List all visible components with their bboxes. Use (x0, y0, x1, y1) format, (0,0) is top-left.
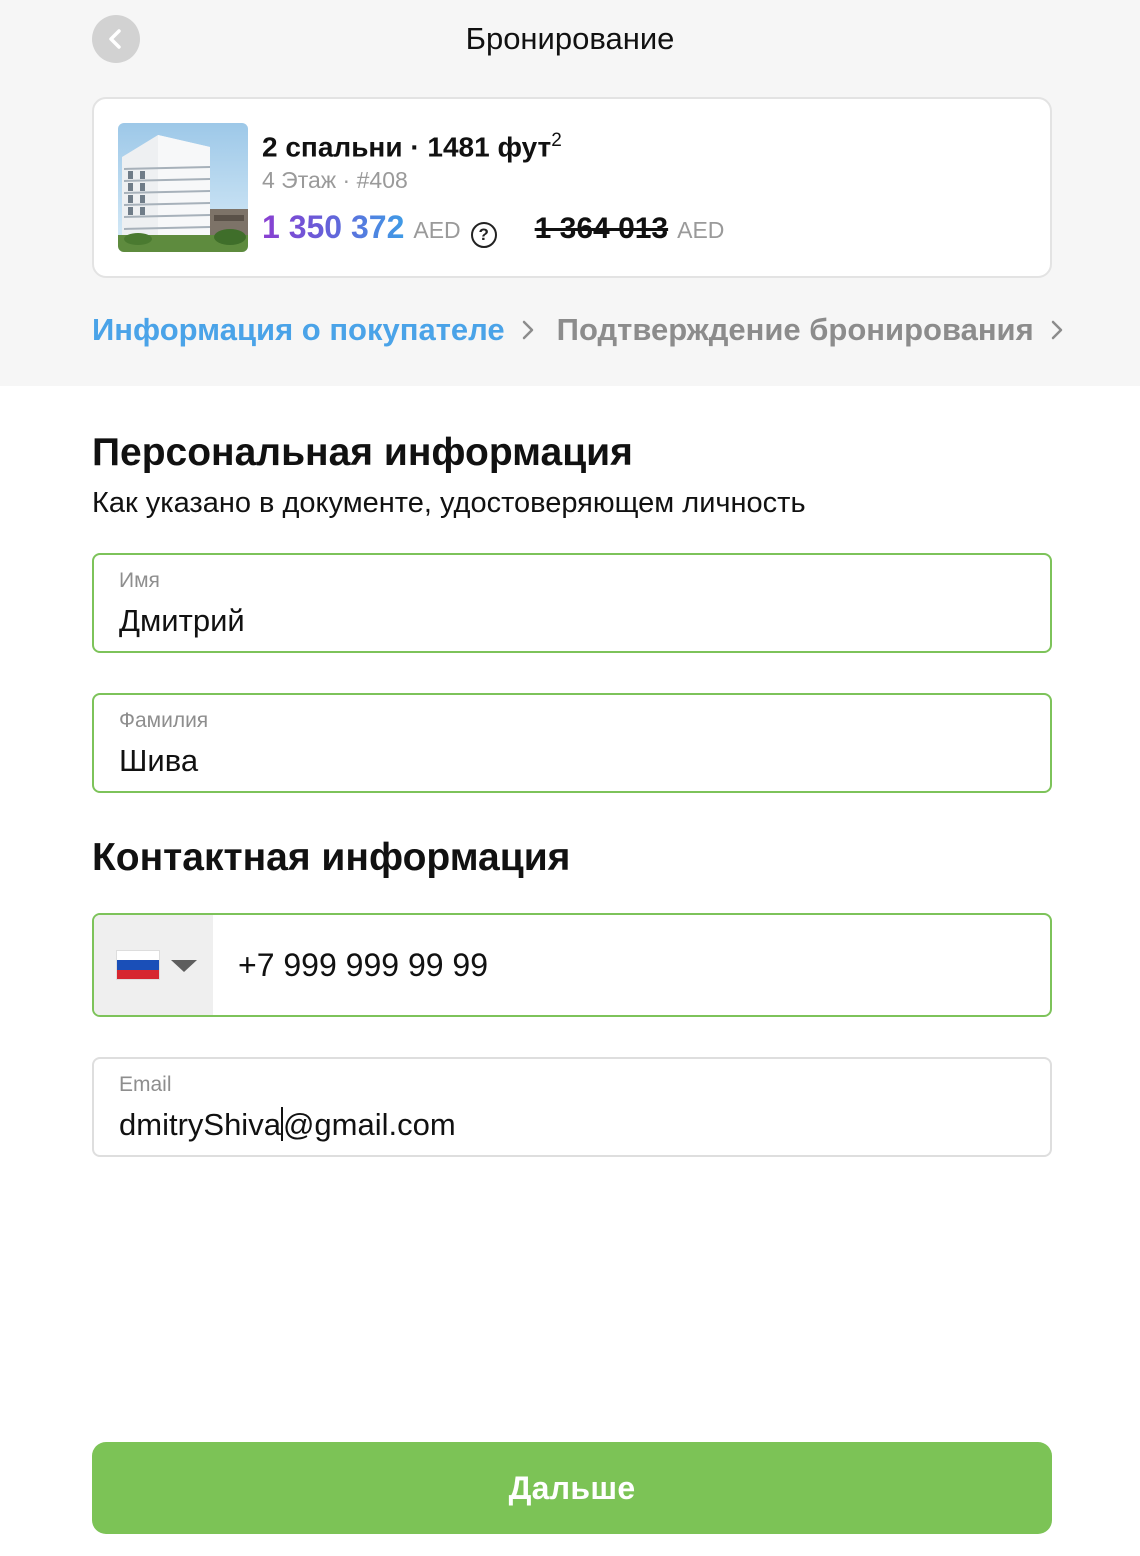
email-value-end: @gmail.com (282, 1107, 456, 1142)
next-button[interactable]: Дальше (92, 1442, 1052, 1534)
email-value-start: dmitryShiva (119, 1107, 281, 1142)
booking-steps: Информация о покупателе Подтверждение бр… (92, 308, 1086, 352)
country-code-select[interactable] (94, 915, 213, 1015)
listing-floor-unit: 4 Этаж · #408 (262, 167, 408, 193)
listing-title: 2 спальни · 1481 фут2 (262, 123, 562, 165)
phone-value[interactable]: +7 999 999 99 99 (238, 945, 488, 985)
personal-info-heading: Персональная информация (92, 431, 633, 474)
chevron-right-icon (521, 319, 535, 341)
listing-title-text: 2 спальни · 1481 фут (262, 131, 552, 163)
chevron-right-icon (1050, 319, 1064, 341)
old-currency-label: AED (677, 217, 725, 243)
old-price: 1 364 013 (534, 212, 669, 245)
email-field[interactable]: Email dmitryShiva@gmail.com (92, 1057, 1052, 1157)
last-name-field[interactable]: Фамилия Шива (92, 693, 1052, 793)
email-value[interactable]: dmitryShiva@gmail.com (119, 1105, 456, 1145)
caret-down-icon (171, 960, 197, 972)
first-name-value[interactable]: Дмитрий (119, 601, 245, 641)
last-name-value[interactable]: Шива (119, 741, 198, 781)
current-price: 1 350 372 (262, 209, 405, 245)
listing-card: 2 спальни · 1481 фут2 4 Этаж · #408 1 35… (92, 97, 1052, 278)
contact-info-heading: Контактная информация (92, 836, 571, 879)
ru-flag-icon (117, 951, 159, 979)
listing-title-sup: 2 (551, 130, 562, 151)
page-title: Бронирование (465, 21, 675, 56)
price-row: 1 350 372 AED ? 1 364 013 AED (262, 209, 724, 253)
email-label: Email (119, 1073, 172, 1096)
help-icon[interactable]: ? (470, 222, 497, 248)
step-buyer-info[interactable]: Информация о покупателе (92, 312, 505, 348)
building-photo (118, 123, 248, 252)
last-name-label: Фамилия (119, 709, 209, 732)
personal-info-subtitle: Как указано в документе, удостоверяющем … (92, 487, 806, 519)
step-booking-confirmation[interactable]: Подтверждение бронирования (557, 312, 1034, 348)
first-name-label: Имя (119, 569, 160, 592)
first-name-field[interactable]: Имя Дмитрий (92, 553, 1052, 653)
currency-label: AED (413, 217, 461, 243)
phone-field[interactable]: +7 999 999 99 99 (92, 913, 1052, 1017)
